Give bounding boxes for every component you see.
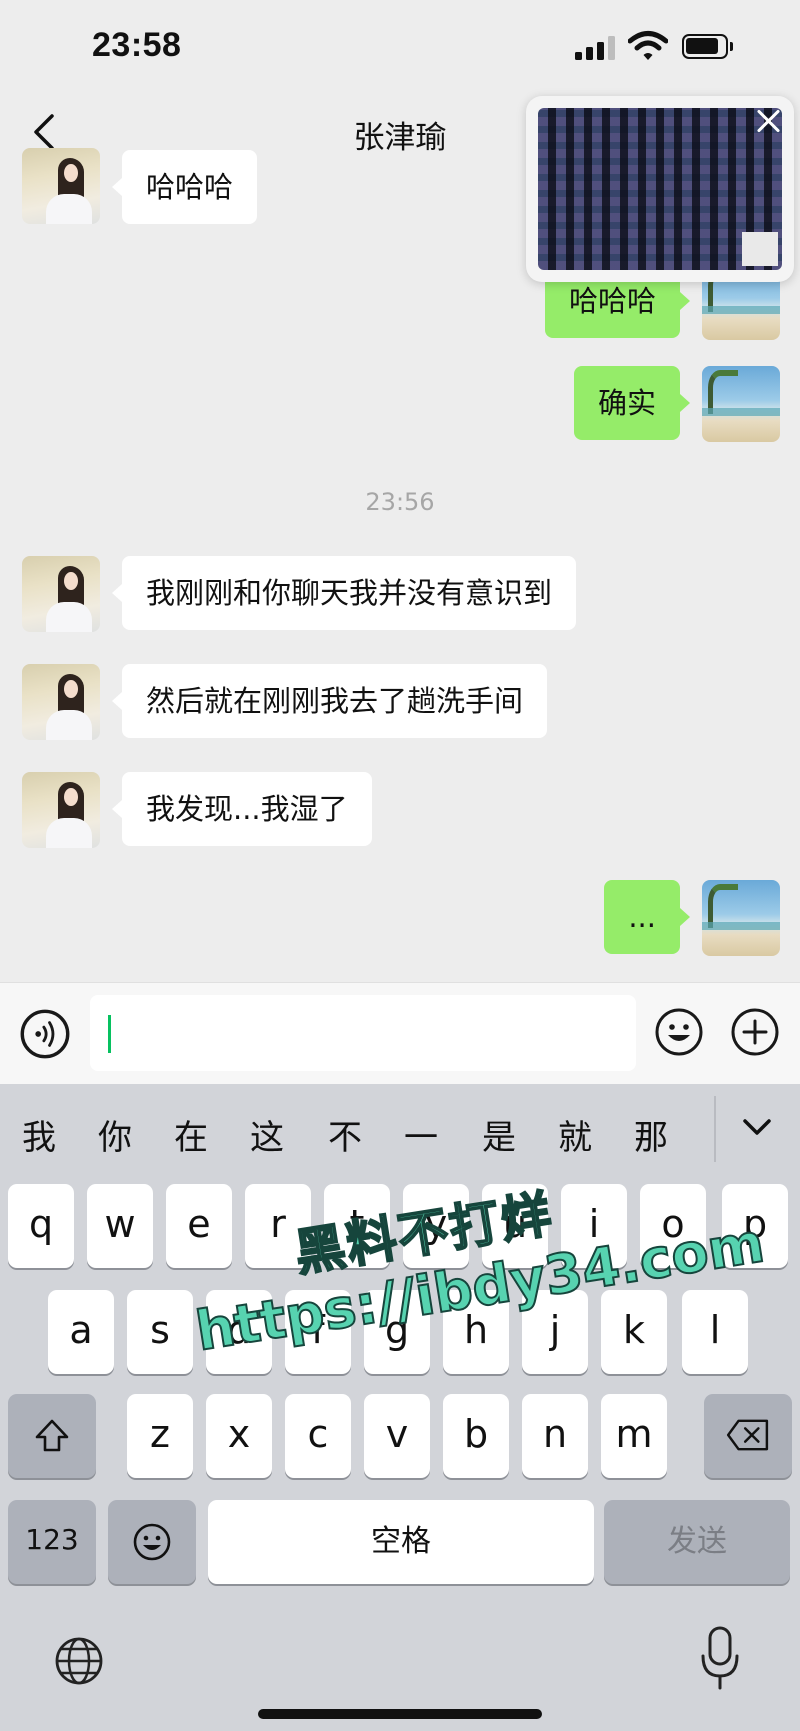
user-avatar[interactable]: [702, 366, 780, 442]
key-m[interactable]: m: [601, 1394, 667, 1478]
message-bubble-incoming[interactable]: 我发现...我湿了: [112, 772, 372, 846]
candidate-word[interactable]: 是: [482, 1110, 516, 1159]
video-inset: [742, 232, 778, 266]
key-z[interactable]: z: [127, 1394, 193, 1478]
candidate-bar: 我 你 在 这 不 一 是 就 那: [0, 1084, 800, 1180]
space-key[interactable]: 空格: [208, 1500, 594, 1584]
status-bar: 23:58: [0, 0, 800, 96]
message-input[interactable]: [90, 995, 636, 1071]
key-p[interactable]: p: [722, 1184, 788, 1268]
key-n[interactable]: n: [522, 1394, 588, 1478]
signal-icon: [575, 36, 617, 60]
message-bubble-incoming[interactable]: 哈哈哈: [111, 150, 258, 224]
backspace-icon: [726, 1419, 769, 1451]
emoji-key[interactable]: [108, 1500, 196, 1584]
input-bar: [0, 982, 800, 1084]
message-bubble-outgoing[interactable]: 确实: [573, 366, 691, 440]
key-w[interactable]: w: [87, 1184, 153, 1268]
candidate-word[interactable]: 那: [634, 1110, 668, 1159]
status-time: 23:58: [92, 26, 182, 64]
key-c[interactable]: c: [285, 1394, 351, 1478]
wifi-icon: [628, 31, 668, 60]
key-h[interactable]: h: [443, 1290, 509, 1374]
emoji-icon[interactable]: [654, 1007, 704, 1057]
key-j[interactable]: j: [522, 1290, 588, 1374]
candidate-word[interactable]: 你: [98, 1110, 132, 1159]
key-l[interactable]: l: [682, 1290, 748, 1374]
home-indicator: [258, 1709, 542, 1719]
candidate-word[interactable]: 这: [250, 1110, 284, 1159]
key-y[interactable]: y: [403, 1184, 469, 1268]
key-d[interactable]: d: [206, 1290, 272, 1374]
key-a[interactable]: a: [48, 1290, 114, 1374]
key-u[interactable]: u: [482, 1184, 548, 1268]
contact-avatar[interactable]: [22, 556, 100, 632]
microphone-icon[interactable]: [700, 1626, 740, 1690]
key-t[interactable]: t: [324, 1184, 390, 1268]
contact-avatar[interactable]: [22, 148, 100, 224]
close-icon[interactable]: [754, 106, 784, 136]
key-b[interactable]: b: [443, 1394, 509, 1478]
contact-avatar[interactable]: [22, 664, 100, 740]
candidate-word[interactable]: 在: [174, 1110, 208, 1159]
message-bubble-incoming[interactable]: 然后就在刚刚我去了趟洗手间: [111, 664, 548, 738]
shift-key[interactable]: [8, 1394, 96, 1478]
candidate-word[interactable]: 就: [558, 1110, 592, 1159]
candidate-divider: [714, 1096, 716, 1162]
send-key[interactable]: 发送: [604, 1500, 790, 1584]
key-k[interactable]: k: [601, 1290, 667, 1374]
text-cursor: [108, 1015, 111, 1053]
key-i[interactable]: i: [561, 1184, 627, 1268]
floating-video-window[interactable]: [526, 96, 794, 282]
delete-key[interactable]: [704, 1394, 792, 1478]
chevron-down-icon[interactable]: [740, 1110, 774, 1144]
message-bubble-outgoing[interactable]: ...: [604, 880, 690, 954]
globe-icon[interactable]: [54, 1636, 104, 1686]
numbers-key[interactable]: 123: [8, 1500, 96, 1584]
key-v[interactable]: v: [364, 1394, 430, 1478]
key-s[interactable]: s: [127, 1290, 193, 1374]
key-o[interactable]: o: [640, 1184, 706, 1268]
shift-icon: [35, 1419, 69, 1452]
message-bubble-incoming[interactable]: 我刚刚和你聊天我并没有意识到: [111, 556, 577, 630]
user-avatar[interactable]: [702, 880, 780, 956]
plus-icon[interactable]: [730, 1007, 780, 1057]
battery-icon: [682, 34, 733, 59]
keyboard: 我 你 在 这 不 一 是 就 那 q w e r t y u i o p a …: [0, 1084, 800, 1731]
emoji-icon: [133, 1523, 171, 1561]
key-q[interactable]: q: [8, 1184, 74, 1268]
message-timestamp: 23:56: [365, 488, 435, 516]
candidate-word[interactable]: 我: [22, 1110, 56, 1159]
key-x[interactable]: x: [206, 1394, 272, 1478]
video-preview[interactable]: [538, 108, 782, 270]
contact-avatar[interactable]: [22, 772, 100, 848]
key-e[interactable]: e: [166, 1184, 232, 1268]
key-r[interactable]: r: [245, 1184, 311, 1268]
key-f[interactable]: f: [285, 1290, 351, 1374]
key-g[interactable]: g: [364, 1290, 430, 1374]
candidate-word[interactable]: 一: [404, 1110, 438, 1159]
voice-icon[interactable]: [20, 1009, 70, 1059]
candidate-word[interactable]: 不: [328, 1110, 362, 1159]
